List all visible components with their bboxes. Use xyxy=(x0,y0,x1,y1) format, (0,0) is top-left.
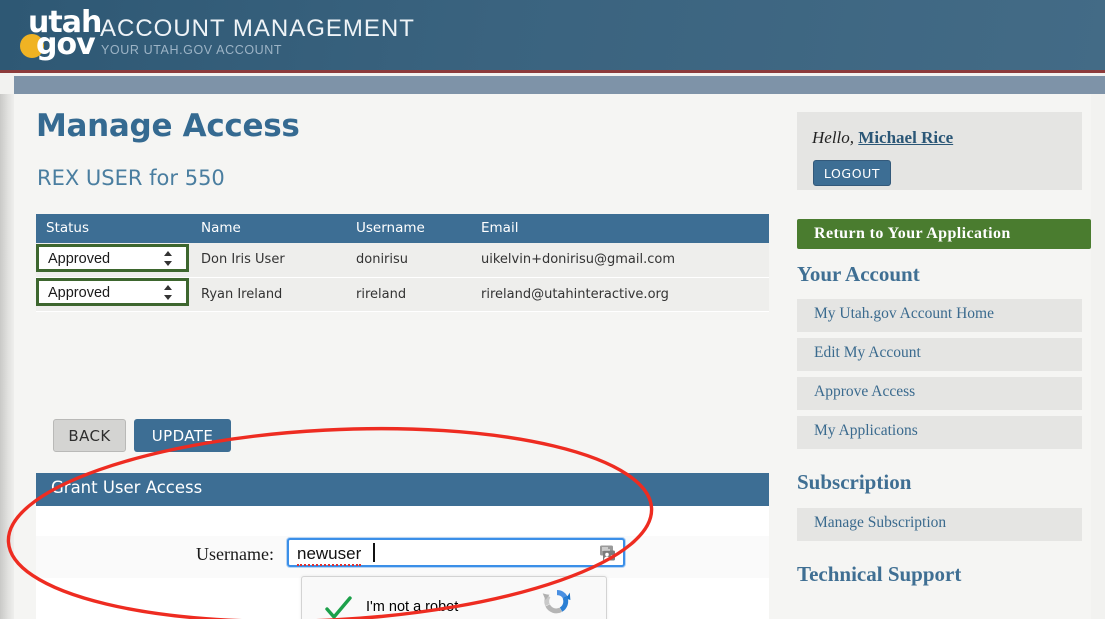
sidebar-section-heading-subscription: Subscription xyxy=(797,470,912,494)
site-header: utah gov ACCOUNT MANAGEMENT YOUR UTAH.GO… xyxy=(0,0,1105,73)
page-root: utah gov ACCOUNT MANAGEMENT YOUR UTAH.GO… xyxy=(0,0,1105,619)
cell-username: donirisu xyxy=(346,243,471,278)
greeting-prefix: Hello, xyxy=(812,128,855,147)
recaptcha-widget[interactable]: I'm not a robot reC xyxy=(301,576,607,619)
utah-gov-logo[interactable]: utah gov xyxy=(20,8,102,64)
username-input-value: newuser xyxy=(297,544,362,566)
column-header-status: Status xyxy=(36,214,191,243)
sidebar-section-heading-technical-support: Technical Support xyxy=(797,562,962,586)
grant-user-access-heading: Grant User Access xyxy=(36,473,769,506)
logout-button[interactable]: LOGOUT xyxy=(813,160,891,186)
sidebar-item-manage-subscription[interactable]: Manage Subscription xyxy=(797,508,1082,541)
cell-email: rireland@utahinteractive.org xyxy=(471,277,769,312)
status-select-row-1[interactable]: Approved xyxy=(36,243,189,272)
sidebar-item-account-home[interactable]: My Utah.gov Account Home xyxy=(797,299,1082,332)
user-profile-link[interactable]: Michael Rice xyxy=(858,128,953,147)
select-stepper-arrows-icon xyxy=(164,285,173,300)
cell-email: uikelvin+donirisu@gmail.com xyxy=(471,243,769,278)
column-header-name: Name xyxy=(191,214,346,243)
cell-status: Approved xyxy=(36,243,191,278)
table-row: Approved Don Iris User donirisu uikelvin… xyxy=(36,243,769,278)
status-select-value: Approved xyxy=(48,285,111,301)
user-greeting-box: Hello, Michael Rice LOGOUT xyxy=(797,112,1082,190)
recaptcha-checkmark-icon[interactable] xyxy=(324,595,352,619)
sidebar-item-edit-my-account[interactable]: Edit My Account xyxy=(797,338,1082,371)
recaptcha-logo-icon xyxy=(540,590,574,619)
user-access-table: Status Name Username Email Approved Don … xyxy=(36,214,769,312)
table-header-row: Status Name Username Email xyxy=(36,214,769,243)
cell-name: Don Iris User xyxy=(191,243,346,278)
greeting-text: Hello, Michael Rice xyxy=(812,128,953,148)
sidebar: Hello, Michael Rice LOGOUT Return to You… xyxy=(797,94,1091,619)
sidebar-item-my-applications[interactable]: My Applications xyxy=(797,416,1082,449)
column-header-email: Email xyxy=(471,214,769,243)
page-left-edge xyxy=(0,94,14,619)
page-subtitle: REX USER for 550 xyxy=(37,166,225,190)
status-select-value: Approved xyxy=(48,250,111,267)
status-select-row-2[interactable]: Approved xyxy=(36,278,189,306)
recaptcha-label: I'm not a robot xyxy=(366,599,459,615)
update-button[interactable]: UPDATE xyxy=(134,419,231,452)
sidebar-section-heading-your-account: Your Account xyxy=(797,262,920,286)
text-caret xyxy=(373,543,375,562)
cell-username: rireland xyxy=(346,277,471,312)
cell-name: Ryan Ireland xyxy=(191,277,346,312)
recaptcha-branding: reCAPTCHA Privacy - Terms xyxy=(518,585,596,619)
select-stepper-arrows-icon xyxy=(164,250,173,266)
content-shell: Manage Access REX USER for 550 Status Na… xyxy=(14,94,1091,619)
sidebar-item-approve-access[interactable]: Approve Access xyxy=(797,377,1082,410)
logo-text-gov: gov xyxy=(36,27,96,62)
cell-status: Approved xyxy=(36,277,191,312)
return-to-application-button[interactable]: Return to Your Application xyxy=(797,219,1091,249)
header-subtitle: YOUR UTAH.GOV ACCOUNT xyxy=(101,43,283,57)
header-title: ACCOUNT MANAGEMENT xyxy=(100,15,415,42)
main-column: Manage Access REX USER for 550 Status Na… xyxy=(28,94,773,619)
username-label: Username: xyxy=(196,544,274,564)
autofill-contact-card-icon[interactable] xyxy=(598,545,616,561)
header-accent-strip xyxy=(14,76,1105,94)
page-title: Manage Access xyxy=(36,108,300,144)
column-header-username: Username xyxy=(346,214,471,243)
back-button[interactable]: BACK xyxy=(53,419,126,452)
username-input[interactable]: newuser xyxy=(287,538,625,567)
table-row: Approved Ryan Ireland rireland rireland@… xyxy=(36,277,769,312)
grant-user-access-panel: Username: newuser I'm not a robot xyxy=(36,506,769,619)
